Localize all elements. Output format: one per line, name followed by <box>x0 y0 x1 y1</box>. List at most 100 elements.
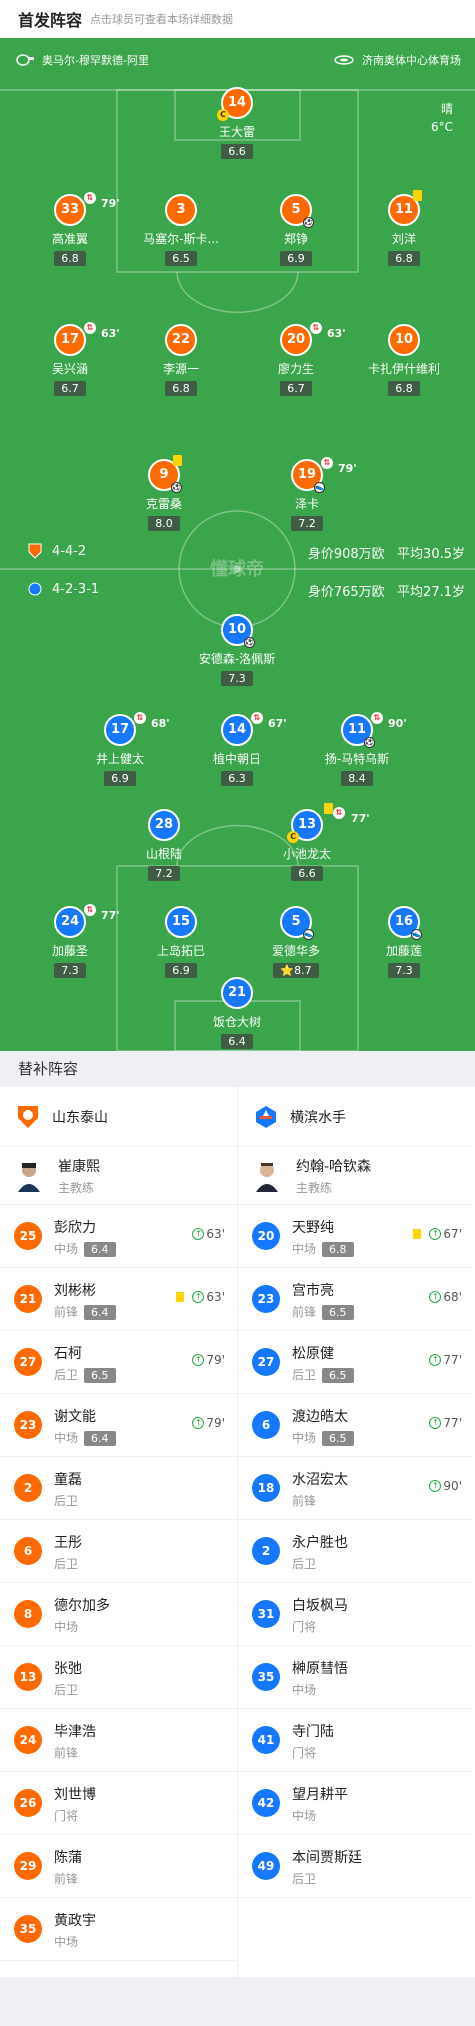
home-sub-row[interactable]: 6 王彤 后卫 <box>0 1520 237 1583</box>
assist-icon: 👟 <box>303 929 314 940</box>
player-rating-value: 6.9 <box>172 964 190 977</box>
sub-position: 中场 <box>54 1620 79 1634</box>
home-team-row[interactable]: 山东泰山 <box>0 1087 237 1147</box>
home-player[interactable]: 9 ⚽ 克雷桑 8.0 <box>99 455 229 531</box>
home-sub-row[interactable]: 2 童磊 后卫 <box>0 1457 237 1520</box>
home-sub-row[interactable]: 29 陈蒲 前锋 <box>0 1835 237 1898</box>
player-rating: 6.8 <box>165 381 197 396</box>
player-rating: 7.3 <box>388 963 420 978</box>
sub-name: 白坂枫马 <box>292 1598 348 1614</box>
home-player[interactable]: 3 马塞尔-斯卡... 6.5 <box>116 194 246 266</box>
away-sub-row[interactable]: 49 本间贾斯廷 后卫 <box>238 1835 474 1898</box>
home-sub-row[interactable]: 35 黄政宇 中场 <box>0 1898 237 1961</box>
sub-position: 中场 <box>292 1683 317 1697</box>
sub-in-minute: 90' <box>443 1479 462 1493</box>
away-player[interactable]: 28 山根陆 7.2 <box>99 809 229 881</box>
weather-info: 晴 6°C <box>431 100 453 136</box>
away-sub-row[interactable]: 23 宫市亮 前锋 6.5 ↑ 68' <box>238 1268 474 1331</box>
player-rating-value: 6.9 <box>111 772 129 785</box>
away-sub-row[interactable]: 6 渡边皓太 中场 6.5 ↑ 77' <box>238 1394 474 1457</box>
player-rating-value: 6.5 <box>172 252 190 265</box>
sub-info: 刘世博 门将 <box>54 1784 96 1824</box>
away-sub-row[interactable]: 31 白坂枫马 门将 <box>238 1583 474 1646</box>
mvp-star-icon: ⭐ <box>280 964 295 977</box>
sub-info: 宫市亮 前锋 6.5 <box>292 1280 354 1320</box>
sub-off-icon: ⇅ <box>84 322 96 334</box>
player-rating: 6.9 <box>104 771 136 786</box>
sub-rating: 6.5 <box>322 1305 354 1320</box>
away-team-icon <box>28 582 42 596</box>
home-sub-row[interactable]: 23 谢文能 中场 6.4 ↑ 79' <box>0 1394 237 1457</box>
home-value: 身价908万欧 <box>307 547 385 562</box>
sub-in-minute: 63' <box>206 1227 225 1241</box>
sub-name: 天野纯 <box>292 1220 334 1236</box>
sub-rating: 6.5 <box>84 1368 116 1383</box>
away-player[interactable]: 14 ⇅ 67' 植中朝日 6.3 <box>172 712 302 786</box>
away-team-row[interactable]: 横滨水手 <box>238 1087 474 1147</box>
away-player[interactable]: 10 ⚽ 安德森-洛佩斯 7.3 <box>172 614 302 686</box>
sub-number: 8 <box>14 1600 42 1628</box>
away-player[interactable]: 15 上岛拓巳 6.9 <box>116 906 246 978</box>
player-name: 扬-马特乌斯 <box>324 752 390 766</box>
sub-name: 彭欣力 <box>54 1220 96 1236</box>
home-sub-row[interactable]: 8 德尔加多 中场 <box>0 1583 237 1646</box>
sub-position: 中场 <box>292 1242 317 1256</box>
player-name: 山根陆 <box>145 847 182 861</box>
home-player-number: 33 ⇅ 79' <box>54 192 120 226</box>
home-sub-row[interactable]: 26 刘世博 门将 <box>0 1772 237 1835</box>
away-player[interactable]: 13 ⇅ 77' C 小池龙太 6.6 <box>242 803 372 881</box>
player-number-text: 13 <box>297 817 317 832</box>
away-sub-row[interactable]: 2 永户胜也 后卫 <box>238 1520 474 1583</box>
sub-in-info: ↑ 90' <box>429 1479 462 1493</box>
away-coach-row[interactable]: 约翰-哈钦森 主教练 <box>238 1147 474 1205</box>
away-sub-row[interactable]: 18 水沼宏太 前锋 ↑ 90' <box>238 1457 474 1520</box>
away-sub-row[interactable]: 20 天野纯 中场 6.8 ↑ 67' <box>238 1205 474 1268</box>
sub-off-icon: ⇅ <box>321 457 333 469</box>
home-player[interactable]: 10 卡扎伊什维利 6.8 <box>339 324 469 396</box>
away-coach-role: 主教练 <box>296 1180 333 1195</box>
away-player[interactable]: 17 ⇅ 68' 井上健太 6.9 <box>55 712 185 786</box>
player-number-text: 11 <box>394 202 414 217</box>
home-avg-age: 平均30.5岁 <box>397 547 465 562</box>
yellow-card-icon <box>173 455 182 466</box>
away-sub-row[interactable]: 27 松原健 后卫 6.5 ↑ 77' <box>238 1331 474 1394</box>
player-rating: 6.7 <box>280 381 312 396</box>
home-sub-row[interactable]: 27 石柯 后卫 6.5 ↑ 79' <box>0 1331 237 1394</box>
home-coach-row[interactable]: 崔康熙 主教练 <box>0 1147 237 1205</box>
home-sub-row[interactable]: 25 彭欣力 中场 6.4 ↑ 63' <box>0 1205 237 1268</box>
yellow-card-icon <box>176 1292 185 1302</box>
player-name: 饭仓大树 <box>212 1015 261 1029</box>
sub-in-info: ↑ 67' <box>413 1227 462 1241</box>
player-rating-value: 6.8 <box>61 252 79 265</box>
player-number-text: 17 <box>110 722 130 737</box>
sub-name: 榊原彗悟 <box>292 1661 348 1677</box>
home-player[interactable]: 22 李源一 6.8 <box>116 324 246 396</box>
sub-info: 水沼宏太 前锋 <box>292 1469 348 1509</box>
home-sub-row[interactable]: 24 毕津浩 前锋 <box>0 1709 237 1772</box>
player-number-text: 10 <box>394 332 414 347</box>
sub-position: 中场 <box>54 1242 79 1256</box>
sub-info: 渡边皓太 中场 6.5 <box>292 1406 354 1446</box>
away-player[interactable]: 16 👟 加藤莲 7.3 <box>339 906 469 978</box>
player-name: 刘洋 <box>391 232 416 246</box>
sub-rating: 6.4 <box>84 1242 116 1257</box>
home-player[interactable]: 19 ⇅ 79' 👟 泽卡 7.2 <box>242 457 372 531</box>
sub-number: 23 <box>14 1411 42 1439</box>
sub-name: 望月耕平 <box>292 1787 348 1803</box>
yellow-card-icon <box>413 190 422 201</box>
away-player[interactable]: 11 ⇅ 90' ⚽ 扬-马特乌斯 8.4 <box>292 712 422 786</box>
away-sub-row[interactable]: 42 望月耕平 中场 <box>238 1772 474 1835</box>
sub-name: 石柯 <box>54 1346 82 1362</box>
sub-meta: 中场 6.4 <box>54 1240 116 1257</box>
home-player-number: 22 <box>165 324 197 356</box>
away-sub-row[interactable]: 35 榊原彗悟 中场 <box>238 1646 474 1709</box>
away-coach-name: 约翰-哈钦森 <box>296 1158 372 1175</box>
away-player[interactable]: 21 饭仓大树 6.4 <box>172 977 302 1049</box>
home-sub-row[interactable]: 21 刘彬彬 前锋 6.4 ↑ 63' <box>0 1268 237 1331</box>
home-coach-avatar <box>18 1162 40 1192</box>
sub-meta: 后卫 <box>54 1681 82 1698</box>
home-player[interactable]: 14 C 王大雷 6.6 <box>172 87 302 159</box>
home-sub-row[interactable]: 13 张弛 后卫 <box>0 1646 237 1709</box>
home-player[interactable]: 11 刘洋 6.8 <box>339 190 469 266</box>
away-sub-row[interactable]: 41 寺门陆 门将 <box>238 1709 474 1772</box>
